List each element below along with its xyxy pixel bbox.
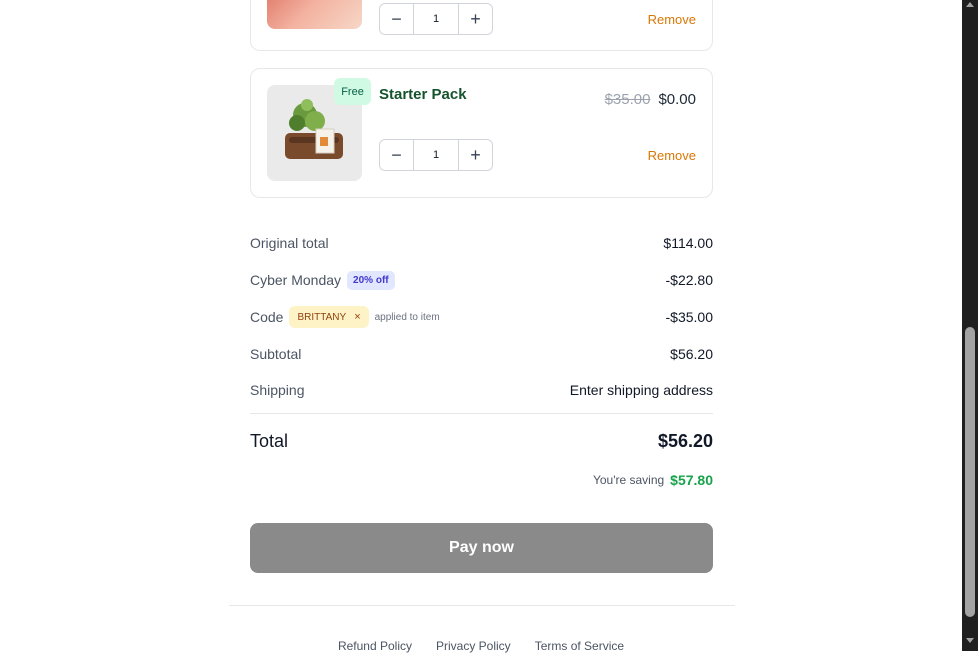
quantity-value[interactable]: 1 xyxy=(413,4,459,34)
scrollbar-thumb[interactable] xyxy=(965,327,975,617)
footer-divider xyxy=(229,605,735,606)
quantity-stepper[interactable]: − 1 + xyxy=(379,3,493,35)
pay-now-button[interactable]: Pay now xyxy=(250,523,713,573)
decrease-quantity-button[interactable]: − xyxy=(380,4,413,34)
saving-label: You're saving xyxy=(592,473,665,487)
discount-label: Cyber Monday xyxy=(250,272,342,288)
total-row: Total $56.20 xyxy=(250,429,713,453)
increase-quantity-button[interactable]: + xyxy=(459,4,492,34)
plus-icon: + xyxy=(470,144,481,165)
cart-item-card-1: − 1 + Remove xyxy=(250,0,713,51)
close-icon[interactable]: × xyxy=(354,311,360,323)
quantity-value[interactable]: 1 xyxy=(413,140,459,170)
subtotal-label: Subtotal xyxy=(250,346,302,362)
shipping-label: Shipping xyxy=(250,382,305,398)
shipping-row: Shipping Enter shipping address xyxy=(250,380,713,400)
subtotal-value: $56.20 xyxy=(670,346,713,362)
free-badge: Free xyxy=(334,78,371,105)
original-price: $35.00 xyxy=(604,91,651,108)
product-image xyxy=(267,0,362,29)
scroll-up-icon[interactable] xyxy=(966,2,974,7)
discount-value: -$22.80 xyxy=(665,272,713,288)
saving-value: $57.80 xyxy=(670,472,713,488)
page-scrollbar[interactable] xyxy=(962,0,978,651)
scroll-down-icon[interactable] xyxy=(966,638,974,643)
subtotal-row: Subtotal $56.20 xyxy=(250,344,713,364)
code-value: -$35.00 xyxy=(665,309,713,325)
code-label: Code xyxy=(250,309,284,325)
code-row: Code BRITTANY × applied to item -$35.00 xyxy=(250,305,713,329)
summary-divider xyxy=(250,413,713,414)
remove-item-button[interactable]: Remove xyxy=(648,148,696,163)
code-note: applied to item xyxy=(374,311,440,323)
code-label-group: Code BRITTANY × applied to item xyxy=(250,306,440,328)
total-value: $56.20 xyxy=(657,430,713,451)
saving-row: You're saving $57.80 xyxy=(250,471,713,489)
discount-row: Cyber Monday 20% off -$22.80 xyxy=(250,268,713,292)
remove-item-button[interactable]: Remove xyxy=(648,12,696,27)
increase-quantity-button[interactable]: + xyxy=(459,140,492,170)
shipping-value: Enter shipping address xyxy=(569,382,713,398)
discount-badge: 20% off xyxy=(347,270,395,290)
minus-icon: − xyxy=(391,8,402,29)
discount-code-badge: BRITTANY × xyxy=(289,306,369,328)
product-name: Starter Pack xyxy=(379,86,467,103)
discount-code-text: BRITTANY xyxy=(297,311,347,323)
cart-item-card-2: Free Starter Pack $35.00 $0.00 − 1 + Rem… xyxy=(250,68,713,198)
quantity-stepper[interactable]: − 1 + xyxy=(379,139,493,171)
discount-label-group: Cyber Monday 20% off xyxy=(250,270,395,290)
current-price: $0.00 xyxy=(658,91,696,108)
plus-icon: + xyxy=(470,8,481,29)
decrease-quantity-button[interactable]: − xyxy=(380,140,413,170)
original-total-row: Original total $114.00 xyxy=(250,233,713,253)
original-total-label: Original total xyxy=(250,235,329,251)
minus-icon: − xyxy=(391,144,402,165)
total-label: Total xyxy=(250,430,289,451)
original-total-value: $114.00 xyxy=(663,235,713,251)
price-group: $35.00 $0.00 xyxy=(605,91,696,108)
